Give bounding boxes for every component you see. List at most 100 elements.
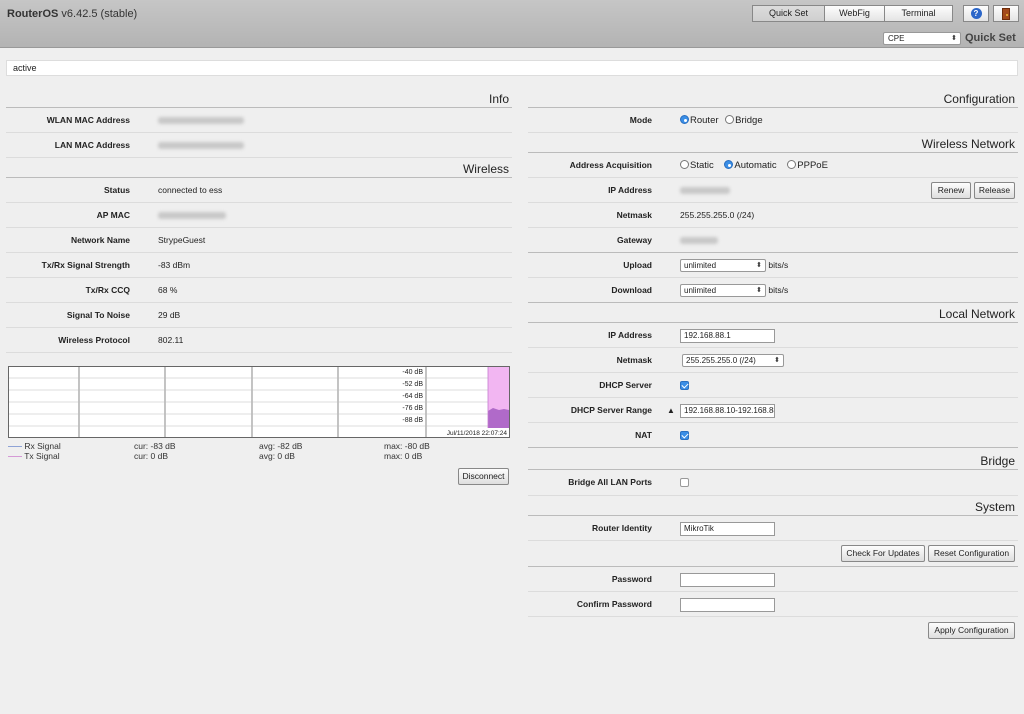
redacted-value xyxy=(680,237,718,245)
download-control: unlimited ⬍ bits/s xyxy=(680,278,788,303)
apply-row: Apply Configuration xyxy=(528,617,1018,647)
rx-avg: avg: -82 dB xyxy=(259,441,303,451)
mode-router-label: Router xyxy=(690,115,719,126)
mode-bridge-radio[interactable]: Bridge xyxy=(725,115,763,126)
redacted-value xyxy=(158,142,244,150)
upload-select[interactable]: unlimited ⬍ xyxy=(680,259,766,273)
acq-pppoe-radio[interactable]: PPPoE xyxy=(787,160,828,171)
mode-select[interactable]: CPE ⬍ xyxy=(883,32,961,45)
acq-automatic-label: Automatic xyxy=(734,160,777,171)
renew-button[interactable]: Renew xyxy=(931,182,971,199)
check-updates-button[interactable]: Check For Updates xyxy=(841,545,925,562)
radio-selected-icon xyxy=(680,115,689,124)
status-label: Status xyxy=(104,185,130,195)
nat-checkbox[interactable] xyxy=(680,431,689,441)
brand: RouterOS v6.42.5 (stable) xyxy=(7,8,137,20)
left-panel: Info WLAN MAC Address LAN MAC Address Wi… xyxy=(6,88,512,353)
disconnect-button[interactable]: Disconnect xyxy=(458,468,509,485)
identity-control: MikroTik xyxy=(680,516,775,541)
bridge-all-checkbox[interactable] xyxy=(680,478,689,488)
lan-mac-value xyxy=(158,133,244,158)
wan-netmask-value: 255.255.255.0 (/24) xyxy=(680,210,755,220)
bridge-all-control xyxy=(680,470,689,495)
acq-automatic-radio[interactable]: Automatic xyxy=(724,160,777,171)
info-title: Info xyxy=(6,88,512,108)
confirm-password-input[interactable] xyxy=(680,597,775,612)
logout-button[interactable] xyxy=(993,5,1019,22)
info-row: WLAN MAC Address xyxy=(6,108,512,133)
snr-value: 29 dB xyxy=(158,310,181,320)
lan-ip-input[interactable]: 192.168.88.1 xyxy=(680,328,775,343)
lan-netmask-row: Netmask 255.255.255.0 (/24) ⬍ xyxy=(528,348,1018,373)
wlan-mac-value xyxy=(158,108,244,133)
reset-configuration-button[interactable]: Reset Configuration xyxy=(928,545,1015,562)
tx-avg: avg: 0 dB xyxy=(259,451,295,461)
dhcp-control xyxy=(680,373,689,398)
dhcp-range-input[interactable]: 192.168.88.10-192.168.88.254 xyxy=(680,403,775,418)
y-axis-labels: -40 dB -52 dB -64 dB -76 dB -88 dB xyxy=(402,367,423,427)
acq-pppoe-label: PPPoE xyxy=(797,160,828,171)
wireless-row: Status connected to ess xyxy=(6,178,512,203)
status-bar: active xyxy=(6,60,1018,76)
select-chevron-icon: ⬍ xyxy=(756,262,762,270)
lan-netmask-label: Netmask xyxy=(616,355,652,365)
redacted-value xyxy=(158,212,226,220)
release-button[interactable]: Release xyxy=(974,182,1015,199)
wireless-network-title: Wireless Network xyxy=(528,133,1018,153)
acq-static-radio[interactable]: Static xyxy=(680,160,714,171)
download-label: Download xyxy=(611,285,652,295)
signal-chart: -40 dB -52 dB -64 dB -76 dB -88 dB Jul/1… xyxy=(8,366,510,438)
wireless-title: Wireless xyxy=(6,158,512,178)
brand-name: RouterOS xyxy=(7,8,59,20)
mode-bridge-label: Bridge xyxy=(735,115,763,126)
signal-chart-svg xyxy=(9,367,509,437)
mode-options: Router Bridge xyxy=(680,108,763,133)
select-chevron-icon: ⬍ xyxy=(756,287,762,295)
nat-row: NAT xyxy=(528,423,1018,448)
tx-max: max: 0 dB xyxy=(384,451,423,461)
tab-terminal[interactable]: Terminal xyxy=(884,5,953,22)
door-icon xyxy=(1002,7,1010,20)
protocol-value: 802.11 xyxy=(158,335,184,345)
mode-router-radio[interactable]: Router xyxy=(680,115,719,126)
rx-max: max: -80 dB xyxy=(384,441,430,451)
apply-configuration-button[interactable]: Apply Configuration xyxy=(928,622,1015,639)
lan-netmask-select-value: 255.255.255.0 (/24) xyxy=(686,356,756,366)
gateway-row: Gateway xyxy=(528,228,1018,253)
lan-netmask-select[interactable]: 255.255.255.0 (/24) ⬍ xyxy=(682,354,784,368)
download-select[interactable]: unlimited ⬍ xyxy=(680,284,766,298)
ccq-label: Tx/Rx CCQ xyxy=(85,285,130,295)
radio-icon xyxy=(787,160,797,169)
help-icon: ? xyxy=(970,8,982,19)
identity-input[interactable]: MikroTik xyxy=(680,521,775,536)
ccq-value: 68 % xyxy=(158,285,178,295)
identity-label: Router Identity xyxy=(592,523,652,533)
acquisition-options: Static Automatic PPPoE xyxy=(680,153,828,178)
y-tick-label: -88 dB xyxy=(402,417,423,424)
network-name-value: StrypeGuest xyxy=(158,235,206,245)
top-bar: RouterOS v6.42.5 (stable) Quick Set WebF… xyxy=(0,0,1024,48)
mode-label: Mode xyxy=(629,115,652,125)
download-unit: bits/s xyxy=(768,285,789,295)
y-tick-label: -76 dB xyxy=(402,405,423,412)
bridge-title: Bridge xyxy=(528,450,1018,470)
upload-control: unlimited ⬍ bits/s xyxy=(680,253,788,278)
download-row: Download unlimited ⬍ bits/s xyxy=(528,278,1018,303)
protocol-label: Wireless Protocol xyxy=(58,335,130,345)
collapse-arrow-icon[interactable]: ▲ xyxy=(667,398,675,423)
password-row: Password xyxy=(528,567,1018,592)
dhcp-checkbox[interactable] xyxy=(680,381,689,391)
dhcp-range-label: DHCP Server Range xyxy=(570,405,652,415)
network-name-label: Network Name xyxy=(70,235,130,245)
tab-webfig[interactable]: WebFig xyxy=(824,5,885,22)
bridge-all-label: Bridge All LAN Ports xyxy=(568,477,652,487)
password-input[interactable] xyxy=(680,572,775,587)
signal-strength-value: -83 dBm xyxy=(158,260,191,270)
chart-timestamp: Jul/11/2018 22:07:24 xyxy=(446,430,507,437)
redacted-value xyxy=(680,187,730,195)
download-select-value: unlimited xyxy=(684,286,717,296)
top-tabs: Quick Set WebFig Terminal xyxy=(752,5,953,22)
help-button[interactable]: ? xyxy=(963,5,989,22)
lan-ip-label: IP Address xyxy=(608,330,652,340)
tab-quick-set[interactable]: Quick Set xyxy=(752,5,825,22)
